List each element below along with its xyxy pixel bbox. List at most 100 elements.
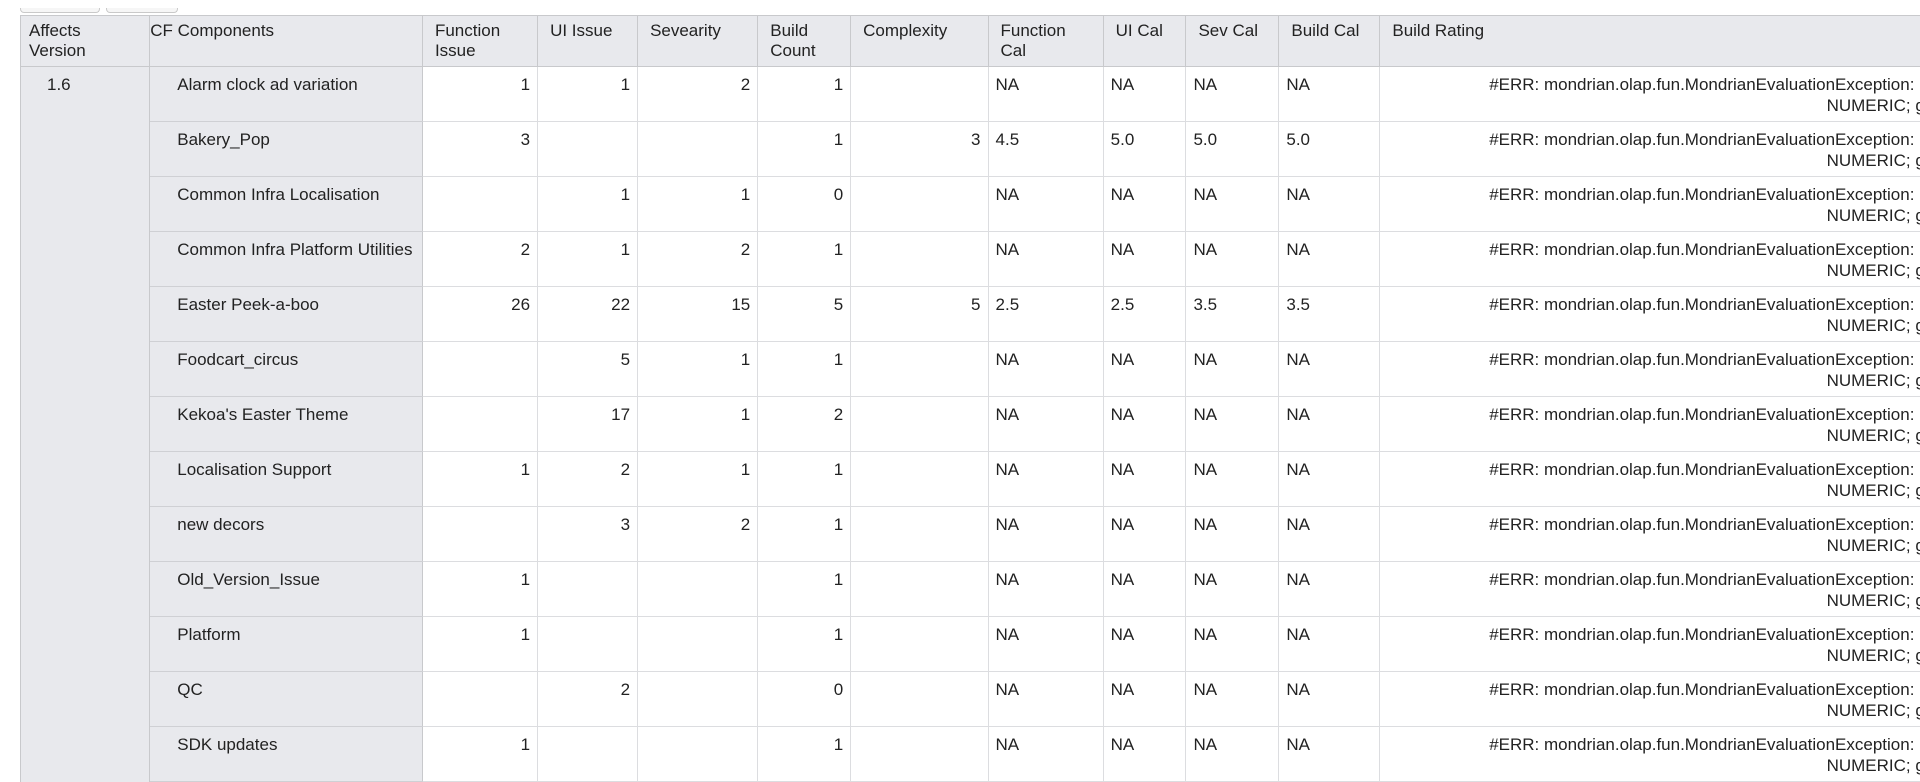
- build-count-cell: 1: [758, 562, 851, 617]
- table-row: 1.6Alarm clock ad variation1121NANANANA#…: [21, 67, 1920, 122]
- header-ui-issue[interactable]: UI Issue: [538, 16, 638, 67]
- error-message-line: NUMERIC; got: [1387, 425, 1920, 446]
- function-issue-cell: 1: [422, 67, 537, 122]
- error-message-line: #ERR: mondrian.olap.fun.MondrianEvaluati…: [1387, 239, 1920, 260]
- header-complexity[interactable]: Complexity: [851, 16, 988, 67]
- component-name-cell[interactable]: Platform: [150, 617, 423, 672]
- ui-issue-cell: [538, 617, 638, 672]
- sevearity-cell: 1: [638, 397, 758, 452]
- complexity-cell: [851, 727, 988, 782]
- ui-cal-cell: NA: [1103, 672, 1186, 727]
- ui-issue-cell: 5: [538, 342, 638, 397]
- ui-cal-cell: NA: [1103, 617, 1186, 672]
- ui-cal-cell: NA: [1103, 397, 1186, 452]
- header-sev-cal[interactable]: Sev Cal: [1186, 16, 1279, 67]
- complexity-cell: [851, 452, 988, 507]
- component-name-cell[interactable]: Common Infra Localisation: [150, 177, 423, 232]
- build-count-cell: 1: [758, 122, 851, 177]
- table-row: Common Infra Localisation110NANANANA#ERR…: [21, 177, 1920, 232]
- sevearity-cell: 1: [638, 342, 758, 397]
- function-cal-cell: NA: [988, 617, 1103, 672]
- build-cal-cell: NA: [1279, 672, 1380, 727]
- complexity-cell: [851, 67, 988, 122]
- component-name-cell[interactable]: Kekoa's Easter Theme: [150, 397, 423, 452]
- build-count-cell: 1: [758, 617, 851, 672]
- build-rating-cell: #ERR: mondrian.olap.fun.MondrianEvaluati…: [1380, 727, 1920, 782]
- component-name-cell[interactable]: Common Infra Platform Utilities: [150, 232, 423, 287]
- ui-cal-cell: NA: [1103, 507, 1186, 562]
- build-count-cell: 1: [758, 507, 851, 562]
- pivot-table: Affects Version CF Components Function I…: [20, 15, 1920, 728]
- error-message-line: #ERR: mondrian.olap.fun.MondrianEvaluati…: [1387, 129, 1920, 150]
- function-issue-cell: [422, 397, 537, 452]
- function-cal-cell: NA: [988, 562, 1103, 617]
- sev-cal-cell: NA: [1186, 177, 1279, 232]
- error-message-line: NUMERIC; got: [1387, 590, 1920, 611]
- ui-issue-cell: 2: [538, 672, 638, 727]
- sev-cal-cell: NA: [1186, 727, 1279, 782]
- function-issue-cell: [422, 342, 537, 397]
- component-name-cell[interactable]: Foodcart_circus: [150, 342, 423, 397]
- component-name-cell[interactable]: SDK updates: [150, 727, 423, 782]
- error-message-line: NUMERIC; got: [1387, 645, 1920, 666]
- component-name-cell[interactable]: Old_Version_Issue: [150, 562, 423, 617]
- complexity-cell: 3: [851, 122, 988, 177]
- build-rating-cell: #ERR: mondrian.olap.fun.MondrianEvaluati…: [1380, 507, 1920, 562]
- ui-issue-cell: [538, 727, 638, 782]
- header-ui-cal[interactable]: UI Cal: [1103, 16, 1186, 67]
- header-affects-version[interactable]: Affects Version: [21, 16, 150, 67]
- function-cal-cell: NA: [988, 232, 1103, 287]
- ui-issue-cell: 1: [538, 232, 638, 287]
- build-rating-cell: #ERR: mondrian.olap.fun.MondrianEvaluati…: [1380, 177, 1920, 232]
- toolbar-button[interactable]: [20, 8, 100, 13]
- component-name-cell[interactable]: Localisation Support: [150, 452, 423, 507]
- sev-cal-cell: 5.0: [1186, 122, 1279, 177]
- ui-cal-cell: 2.5: [1103, 287, 1186, 342]
- component-name-cell[interactable]: QC: [150, 672, 423, 727]
- error-message-line: #ERR: mondrian.olap.fun.MondrianEvaluati…: [1387, 624, 1920, 645]
- header-build-cal[interactable]: Build Cal: [1279, 16, 1380, 67]
- component-name-cell[interactable]: Bakery_Pop: [150, 122, 423, 177]
- header-function-issue[interactable]: Function Issue: [422, 16, 537, 67]
- sev-cal-cell: NA: [1186, 507, 1279, 562]
- table-row: Bakery_Pop3134.55.05.05.0#ERR: mondrian.…: [21, 122, 1920, 177]
- function-cal-cell: NA: [988, 177, 1103, 232]
- sevearity-cell: 1: [638, 177, 758, 232]
- sev-cal-cell: NA: [1186, 397, 1279, 452]
- ui-issue-cell: 17: [538, 397, 638, 452]
- complexity-cell: [851, 232, 988, 287]
- error-message-line: NUMERIC; got: [1387, 480, 1920, 501]
- ui-issue-cell: 3: [538, 507, 638, 562]
- sevearity-cell: [638, 122, 758, 177]
- header-function-cal[interactable]: Function Cal: [988, 16, 1103, 67]
- build-rating-cell: #ERR: mondrian.olap.fun.MondrianEvaluati…: [1380, 397, 1920, 452]
- function-issue-cell: 26: [422, 287, 537, 342]
- build-count-cell: 0: [758, 177, 851, 232]
- error-message-line: #ERR: mondrian.olap.fun.MondrianEvaluati…: [1387, 679, 1920, 700]
- ui-cal-cell: NA: [1103, 67, 1186, 122]
- header-build-rating[interactable]: Build Rating: [1380, 16, 1920, 67]
- component-name-cell[interactable]: new decors: [150, 507, 423, 562]
- function-issue-cell: [422, 672, 537, 727]
- error-message-line: NUMERIC; got: [1387, 370, 1920, 391]
- component-name-cell[interactable]: Easter Peek-a-boo: [150, 287, 423, 342]
- function-cal-cell: NA: [988, 452, 1103, 507]
- build-rating-cell: #ERR: mondrian.olap.fun.MondrianEvaluati…: [1380, 672, 1920, 727]
- table-row: SDK updates11NANANANA#ERR: mondrian.olap…: [21, 727, 1920, 782]
- sev-cal-cell: NA: [1186, 452, 1279, 507]
- affects-version-cell[interactable]: 1.6: [21, 67, 150, 782]
- build-rating-cell: #ERR: mondrian.olap.fun.MondrianEvaluati…: [1380, 452, 1920, 507]
- error-message-line: NUMERIC; got: [1387, 95, 1920, 116]
- header-build-count[interactable]: Build Count: [758, 16, 851, 67]
- sev-cal-cell: NA: [1186, 617, 1279, 672]
- function-cal-cell: NA: [988, 342, 1103, 397]
- ui-issue-cell: 1: [538, 67, 638, 122]
- component-name-cell[interactable]: Alarm clock ad variation: [150, 67, 423, 122]
- header-cf-components[interactable]: CF Components: [150, 16, 423, 67]
- function-cal-cell: NA: [988, 67, 1103, 122]
- build-cal-cell: NA: [1279, 562, 1380, 617]
- error-message-line: #ERR: mondrian.olap.fun.MondrianEvaluati…: [1387, 349, 1920, 370]
- toolbar-button[interactable]: [106, 8, 178, 13]
- build-count-cell: 0: [758, 672, 851, 727]
- header-sevearity[interactable]: Sevearity: [638, 16, 758, 67]
